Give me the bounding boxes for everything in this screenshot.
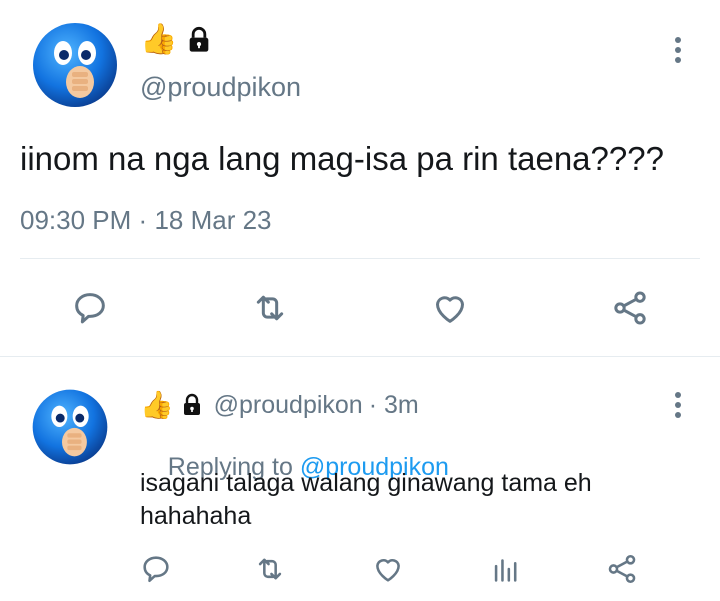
share-icon bbox=[608, 554, 636, 584]
reply-text: isagani talaga walang ginawang tama eh h… bbox=[140, 467, 592, 533]
reply-button[interactable] bbox=[136, 549, 176, 589]
reply-text-line: isagani talaga walang ginawang tama eh bbox=[140, 469, 592, 497]
reply-icon bbox=[143, 556, 169, 583]
share-button[interactable] bbox=[602, 549, 642, 589]
more-options-icon[interactable] bbox=[666, 389, 690, 421]
reply-tweet[interactable]: 👍 @proudpikon · 3m Replying to @proudpik… bbox=[0, 357, 720, 601]
avatar[interactable] bbox=[30, 387, 110, 467]
separator-dot: · bbox=[138, 205, 148, 235]
share-button[interactable] bbox=[608, 286, 652, 330]
reply-text-line: hahahaha bbox=[140, 502, 252, 530]
display-name[interactable]: 👍 bbox=[140, 22, 213, 58]
relative-time: · 3m bbox=[368, 390, 419, 419]
analytics-button[interactable] bbox=[486, 549, 526, 589]
reply-button[interactable] bbox=[68, 286, 112, 330]
thumbs-up-icon: 👍 bbox=[140, 23, 178, 56]
time: 09:30 PM bbox=[20, 205, 132, 235]
lock-icon bbox=[185, 26, 213, 54]
reply-header: 👍 @proudpikon · 3m bbox=[140, 387, 419, 423]
analytics-icon bbox=[494, 559, 517, 582]
like-icon bbox=[436, 296, 464, 323]
thumbs-up-icon: 👍 bbox=[140, 389, 174, 420]
tweet-text: iinom na nga lang mag-isa pa rin taena??… bbox=[20, 140, 664, 177]
handle[interactable]: @proudpikon bbox=[140, 72, 301, 103]
timestamp[interactable]: 09:30 PM · 18 Mar 23 bbox=[20, 205, 272, 236]
like-button[interactable] bbox=[428, 286, 472, 330]
main-tweet: 👍 @proudpikon iinom na nga lang mag-isa … bbox=[0, 0, 720, 355]
more-options-icon[interactable] bbox=[666, 34, 690, 66]
date: 18 Mar 23 bbox=[154, 205, 272, 235]
reply-icon bbox=[75, 293, 105, 324]
retweet-button[interactable] bbox=[250, 549, 290, 589]
retweet-button[interactable] bbox=[248, 286, 292, 330]
like-icon bbox=[376, 559, 400, 582]
share-icon bbox=[614, 291, 646, 325]
retweet-icon bbox=[258, 558, 282, 580]
avatar-emoji-icon bbox=[33, 23, 117, 107]
avatar-emoji-icon bbox=[32, 389, 108, 465]
divider bbox=[20, 258, 700, 259]
lock-icon bbox=[180, 393, 204, 417]
retweet-icon bbox=[256, 295, 284, 321]
handle[interactable]: @proudpikon bbox=[214, 391, 363, 420]
like-button[interactable] bbox=[368, 549, 408, 589]
avatar[interactable] bbox=[30, 20, 120, 110]
